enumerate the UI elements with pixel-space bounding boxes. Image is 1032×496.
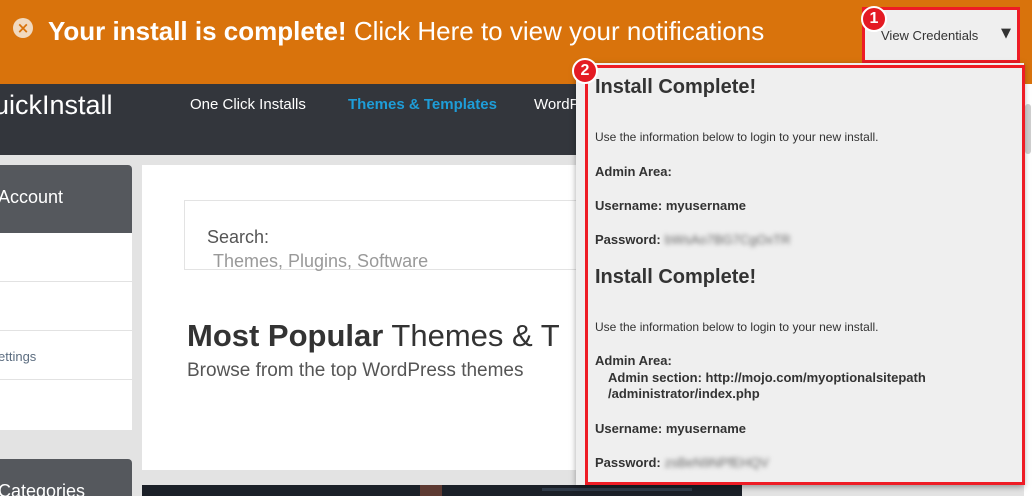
sidebar-item-settings[interactable]: ettings — [0, 331, 132, 380]
sidebar-item[interactable] — [0, 233, 132, 282]
view-credentials-label: View Credentials — [881, 28, 979, 43]
username-row: Username: myusername — [595, 421, 746, 436]
sidebar-account-list: ettings — [0, 233, 132, 430]
credentials-heading: Install Complete! — [595, 76, 757, 98]
search-label: Search: — [207, 227, 270, 247]
annotation-badge-1: 1 — [861, 6, 887, 32]
sidebar-account-title: Account — [0, 187, 64, 207]
scrollbar-thumb[interactable] — [1025, 104, 1031, 154]
sidebar-account-header: Account — [0, 165, 132, 233]
nav-themes-templates[interactable]: Themes & Templates — [348, 96, 497, 113]
nav-wordpress[interactable]: WordP — [534, 96, 580, 113]
username-label: Username: — [595, 421, 663, 436]
notification-link-text[interactable]: Click Here to view your notifications — [347, 16, 764, 46]
admin-section-link[interactable]: Admin section: http://mojo.com/myoptiona… — [608, 370, 926, 402]
username-row: Username: myusername — [595, 198, 746, 213]
credentials-intro: Use the information below to login to yo… — [595, 320, 879, 334]
theme-thumbnail[interactable] — [142, 485, 742, 496]
username-label: Username: — [595, 198, 663, 213]
sidebar-categories-title: Categories — [0, 481, 86, 496]
main-content-panel: Search: Most Popular Themes & T Browse f… — [142, 165, 632, 470]
admin-section-link-line2: /administrator/index.php — [608, 386, 760, 401]
thumbnail-graphic — [542, 488, 692, 491]
admin-section-link-line1: Admin section: http://mojo.com/myoptiona… — [608, 370, 926, 385]
page-title-bold: Most Popular — [187, 318, 384, 353]
search-input[interactable] — [207, 251, 547, 272]
sidebar-item[interactable] — [0, 380, 132, 429]
nav-one-click-installs[interactable]: One Click Installs — [190, 96, 306, 113]
password-row: Password: bWsAo7BG7CgOxTR — [595, 232, 790, 247]
page-subtitle: Browse from the top WordPress themes — [187, 360, 524, 381]
password-label: Password: — [595, 232, 661, 247]
notification-bold-text: Your install is complete! — [48, 16, 347, 46]
sidebar-categories-header: Categories — [0, 459, 132, 496]
annotation-badge-2: 2 — [572, 58, 598, 84]
brand-logo[interactable]: uickInstall — [0, 90, 113, 121]
credentials-heading: Install Complete! — [595, 266, 757, 288]
password-label: Password: — [595, 455, 661, 470]
close-icon[interactable]: × — [13, 18, 33, 38]
admin-area-label: Admin Area: — [595, 164, 672, 179]
dropdown-arrow-icon: ▼ — [1001, 26, 1011, 41]
search-box[interactable]: Search: — [184, 200, 584, 272]
password-row: Password: zsBeN9NPfEHQV — [595, 455, 769, 470]
page-title-rest: Themes & T — [383, 318, 560, 353]
page-title: Most Popular Themes & T — [187, 318, 560, 354]
notification-message[interactable]: Your install is complete! Click Here to … — [48, 16, 764, 47]
sidebar-item-label: ettings — [0, 349, 37, 364]
sidebar-item[interactable] — [0, 282, 132, 331]
password-value-redacted[interactable]: bWsAo7BG7CgOxTR — [665, 232, 791, 247]
password-value-redacted[interactable]: zsBeN9NPfEHQV — [665, 455, 769, 470]
credentials-intro: Use the information below to login to yo… — [595, 130, 879, 144]
admin-area-label: Admin Area: — [595, 353, 672, 368]
thumbnail-graphic — [420, 485, 442, 496]
username-value[interactable]: myusername — [666, 421, 746, 436]
username-value[interactable]: myusername — [666, 198, 746, 213]
